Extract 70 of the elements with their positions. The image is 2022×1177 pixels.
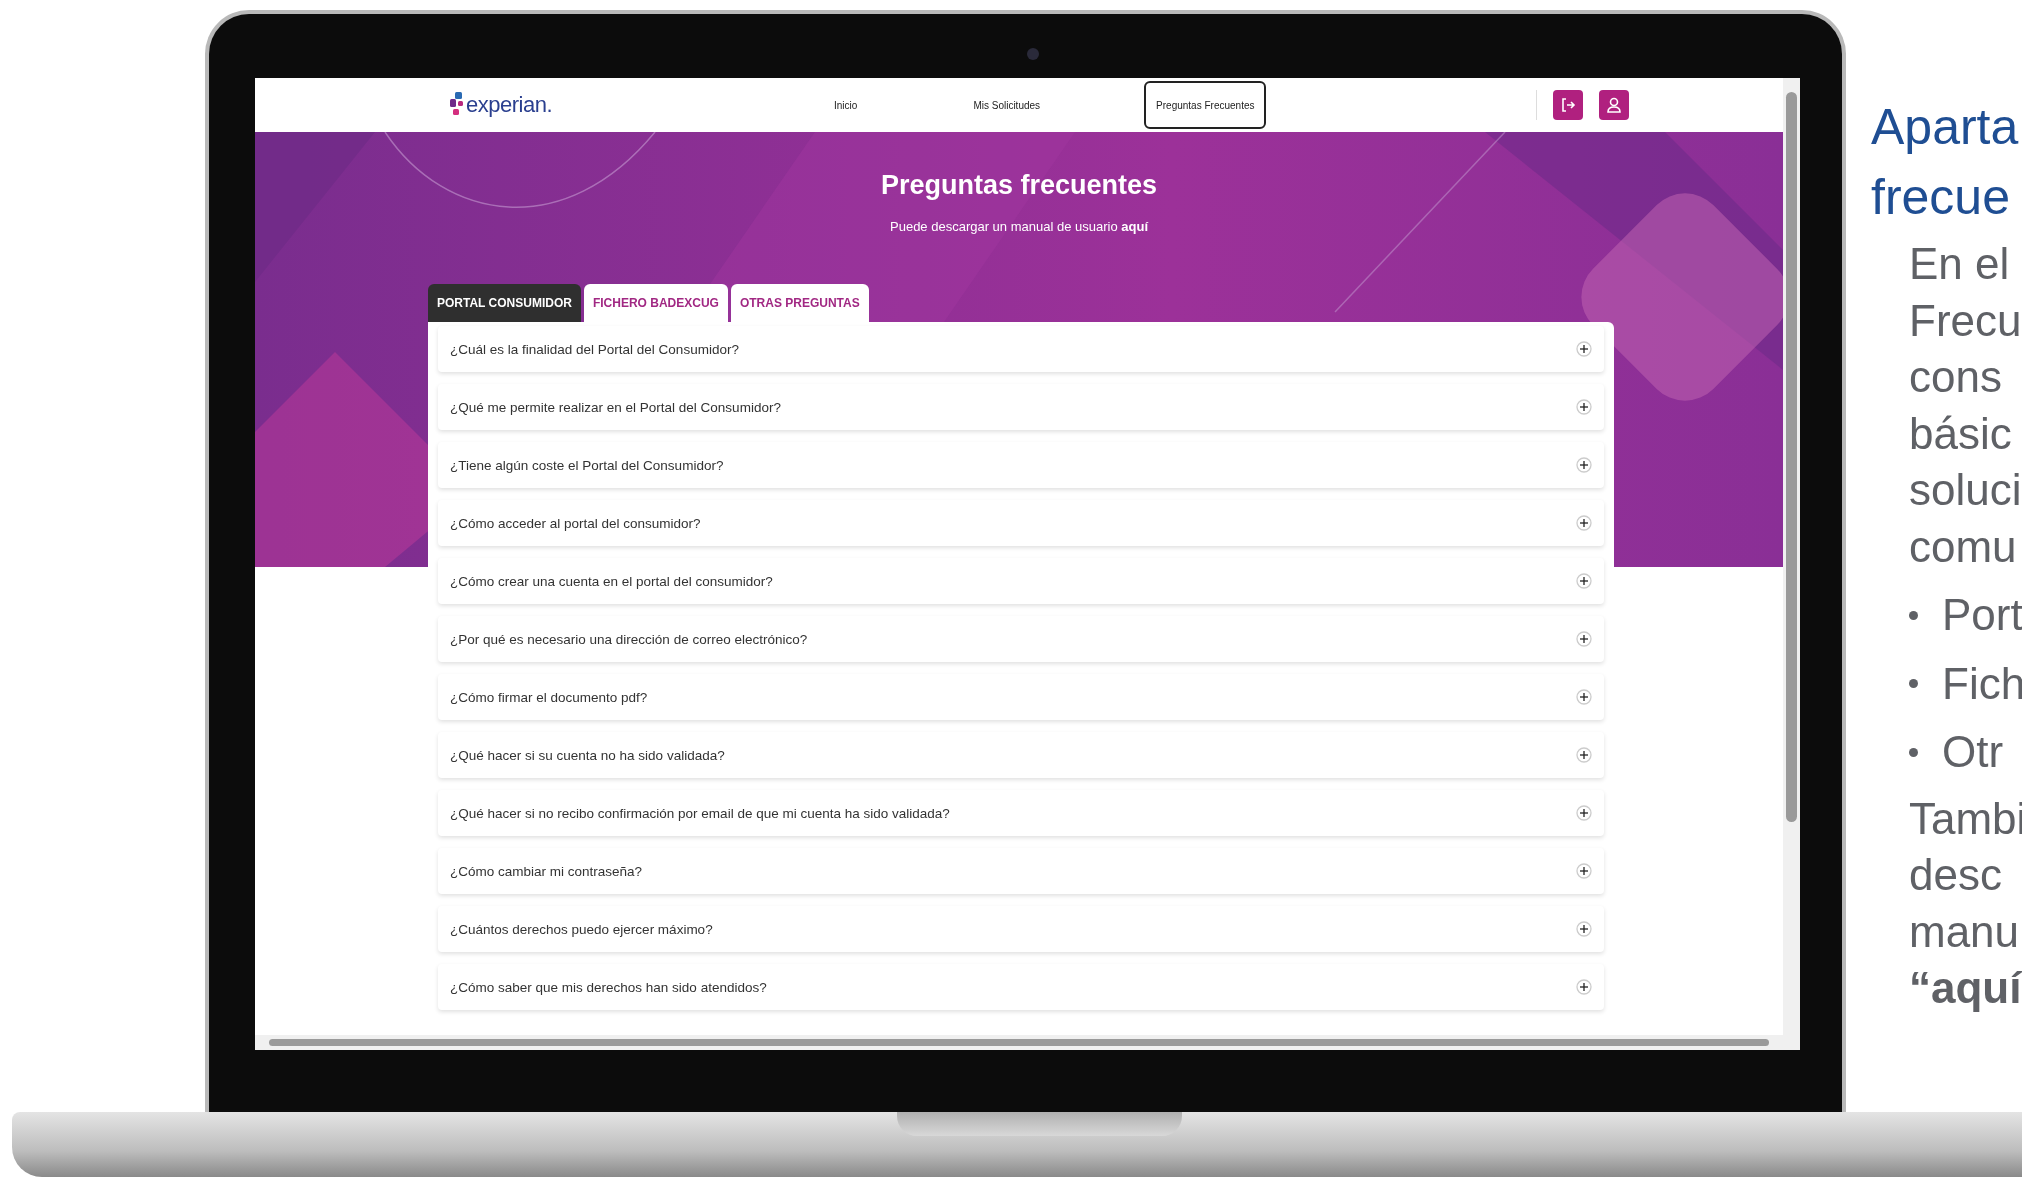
slide-bullet-text: Port bbox=[1942, 589, 2022, 641]
faq-item[interactable]: ¿Tiene algún coste el Portal del Consumidor? bbox=[438, 442, 1604, 488]
expand-icon[interactable] bbox=[1576, 805, 1592, 821]
expand-icon[interactable] bbox=[1576, 979, 1592, 995]
expand-icon[interactable] bbox=[1576, 921, 1592, 937]
slide-heading: frecue bbox=[1871, 168, 2011, 227]
slide-text: cons bbox=[1909, 351, 2003, 403]
faq-item[interactable]: ¿Cómo saber que mis derechos han sido atendidos? bbox=[438, 964, 1604, 1010]
nav-link[interactable]: Preguntas Frecuentes bbox=[1144, 81, 1267, 129]
expand-icon[interactable] bbox=[1576, 399, 1592, 415]
faq-item[interactable]: ¿Qué me permite realizar en el Portal del Consumidor? bbox=[438, 384, 1604, 430]
expand-icon[interactable] bbox=[1576, 573, 1592, 589]
expand-icon[interactable] bbox=[1576, 747, 1592, 763]
camera-dot bbox=[1027, 48, 1039, 60]
faq-item[interactable]: ¿Qué hacer si su cuenta no ha sido validada? bbox=[438, 732, 1604, 778]
bullet-icon bbox=[1909, 747, 1918, 757]
expand-icon[interactable] bbox=[1576, 863, 1592, 879]
horizontal-scrollbar[interactable] bbox=[255, 1035, 1800, 1050]
slide-text: soluci bbox=[1909, 464, 2022, 516]
slide-bullet-text: Fich bbox=[1942, 657, 2022, 710]
manual-download-text: Puede descargar un manual de usuario aquí bbox=[889, 219, 1150, 234]
faq-question: ¿Cuál es la finalidad del Portal del Consumidor? bbox=[450, 341, 739, 357]
expand-icon[interactable] bbox=[1576, 631, 1592, 647]
page-title: Preguntas frecuentes bbox=[879, 170, 1159, 201]
category-tab[interactable]: PORTAL CONSUMIDOR bbox=[428, 284, 581, 322]
faq-question: ¿Cómo saber que mis derechos han sido atendidos? bbox=[450, 979, 767, 995]
slide-text: básic bbox=[1909, 407, 2013, 460]
faq-item[interactable]: ¿Cómo cambiar mi contraseña? bbox=[438, 848, 1604, 894]
expand-icon[interactable] bbox=[1576, 515, 1592, 531]
faq-question: ¿Cómo firmar el documento pdf? bbox=[450, 689, 648, 705]
faq-question: ¿Cómo crear una cuenta en el portal del consumidor? bbox=[450, 573, 773, 589]
faq-question: ¿Cómo acceder al portal del consumidor? bbox=[450, 515, 701, 531]
faq-question: ¿Tiene algún coste el Portal del Consumidor? bbox=[450, 457, 724, 473]
faq-item[interactable]: ¿Cómo acceder al portal del consumidor? bbox=[438, 500, 1604, 546]
faq-question: ¿Qué me permite realizar en el Portal del Consumidor? bbox=[450, 399, 781, 415]
nav-link[interactable]: Mis Solicitudes bbox=[961, 81, 1053, 129]
logo-wordmark[interactable]: experian. bbox=[466, 92, 552, 118]
faq-item[interactable]: ¿Por qué es necesario una dirección de correo electrónico? bbox=[438, 616, 1604, 662]
slide-text: manu bbox=[1909, 905, 2021, 958]
faq-question: ¿Qué hacer si su cuenta no ha sido validada? bbox=[450, 747, 725, 763]
faq-question: ¿Cuántos derechos puedo ejercer máximo? bbox=[450, 921, 713, 937]
logo-dots-icon bbox=[450, 92, 464, 118]
slide-text: Frecu bbox=[1909, 294, 2022, 347]
bullet-icon bbox=[1909, 679, 1918, 689]
expand-icon[interactable] bbox=[1576, 341, 1592, 357]
faq-item[interactable]: ¿Cómo firmar el documento pdf? bbox=[438, 674, 1604, 720]
expand-icon[interactable] bbox=[1576, 689, 1592, 705]
slide-text: desc bbox=[1909, 849, 2003, 901]
faq-question: ¿Por qué es necesario una dirección de correo electrónico? bbox=[450, 631, 808, 647]
profile-button[interactable] bbox=[1599, 90, 1630, 120]
slide-text: En el bbox=[1909, 238, 2011, 290]
logout-icon bbox=[1559, 96, 1578, 114]
category-tab[interactable]: FICHERO BADEXCUG bbox=[583, 284, 728, 322]
user-icon bbox=[1605, 96, 1624, 114]
faq-item[interactable]: ¿Cómo crear una cuenta en el portal del consumidor? bbox=[438, 558, 1604, 604]
faq-item[interactable]: ¿Qué hacer si no recibo confirmación por email de que mi cuenta ha sido validada? bbox=[438, 790, 1604, 836]
nav-link[interactable]: Inicio bbox=[822, 81, 870, 129]
slide-text: “aquí bbox=[1909, 962, 2022, 1014]
slide-text: comu bbox=[1909, 520, 2018, 573]
faq-question: ¿Cómo cambiar mi contraseña? bbox=[450, 863, 643, 879]
vertical-scrollbar[interactable] bbox=[1783, 78, 1800, 1035]
category-tab[interactable]: OTRAS PREGUNTAS bbox=[730, 284, 869, 322]
logout-button[interactable] bbox=[1553, 90, 1584, 120]
expand-icon[interactable] bbox=[1576, 457, 1592, 473]
faq-item[interactable]: ¿Cuántos derechos puedo ejercer máximo? bbox=[438, 906, 1604, 952]
faq-question: ¿Qué hacer si no recibo confirmación por email de que mi cuenta ha sido validada? bbox=[450, 805, 950, 821]
bullet-icon bbox=[1909, 610, 1918, 620]
faq-item[interactable]: ¿Cuál es la finalidad del Portal del Consumidor? bbox=[438, 326, 1604, 372]
slide-bullet-text: Otr bbox=[1942, 726, 2004, 778]
slide-heading: Aparta bbox=[1871, 98, 2020, 157]
